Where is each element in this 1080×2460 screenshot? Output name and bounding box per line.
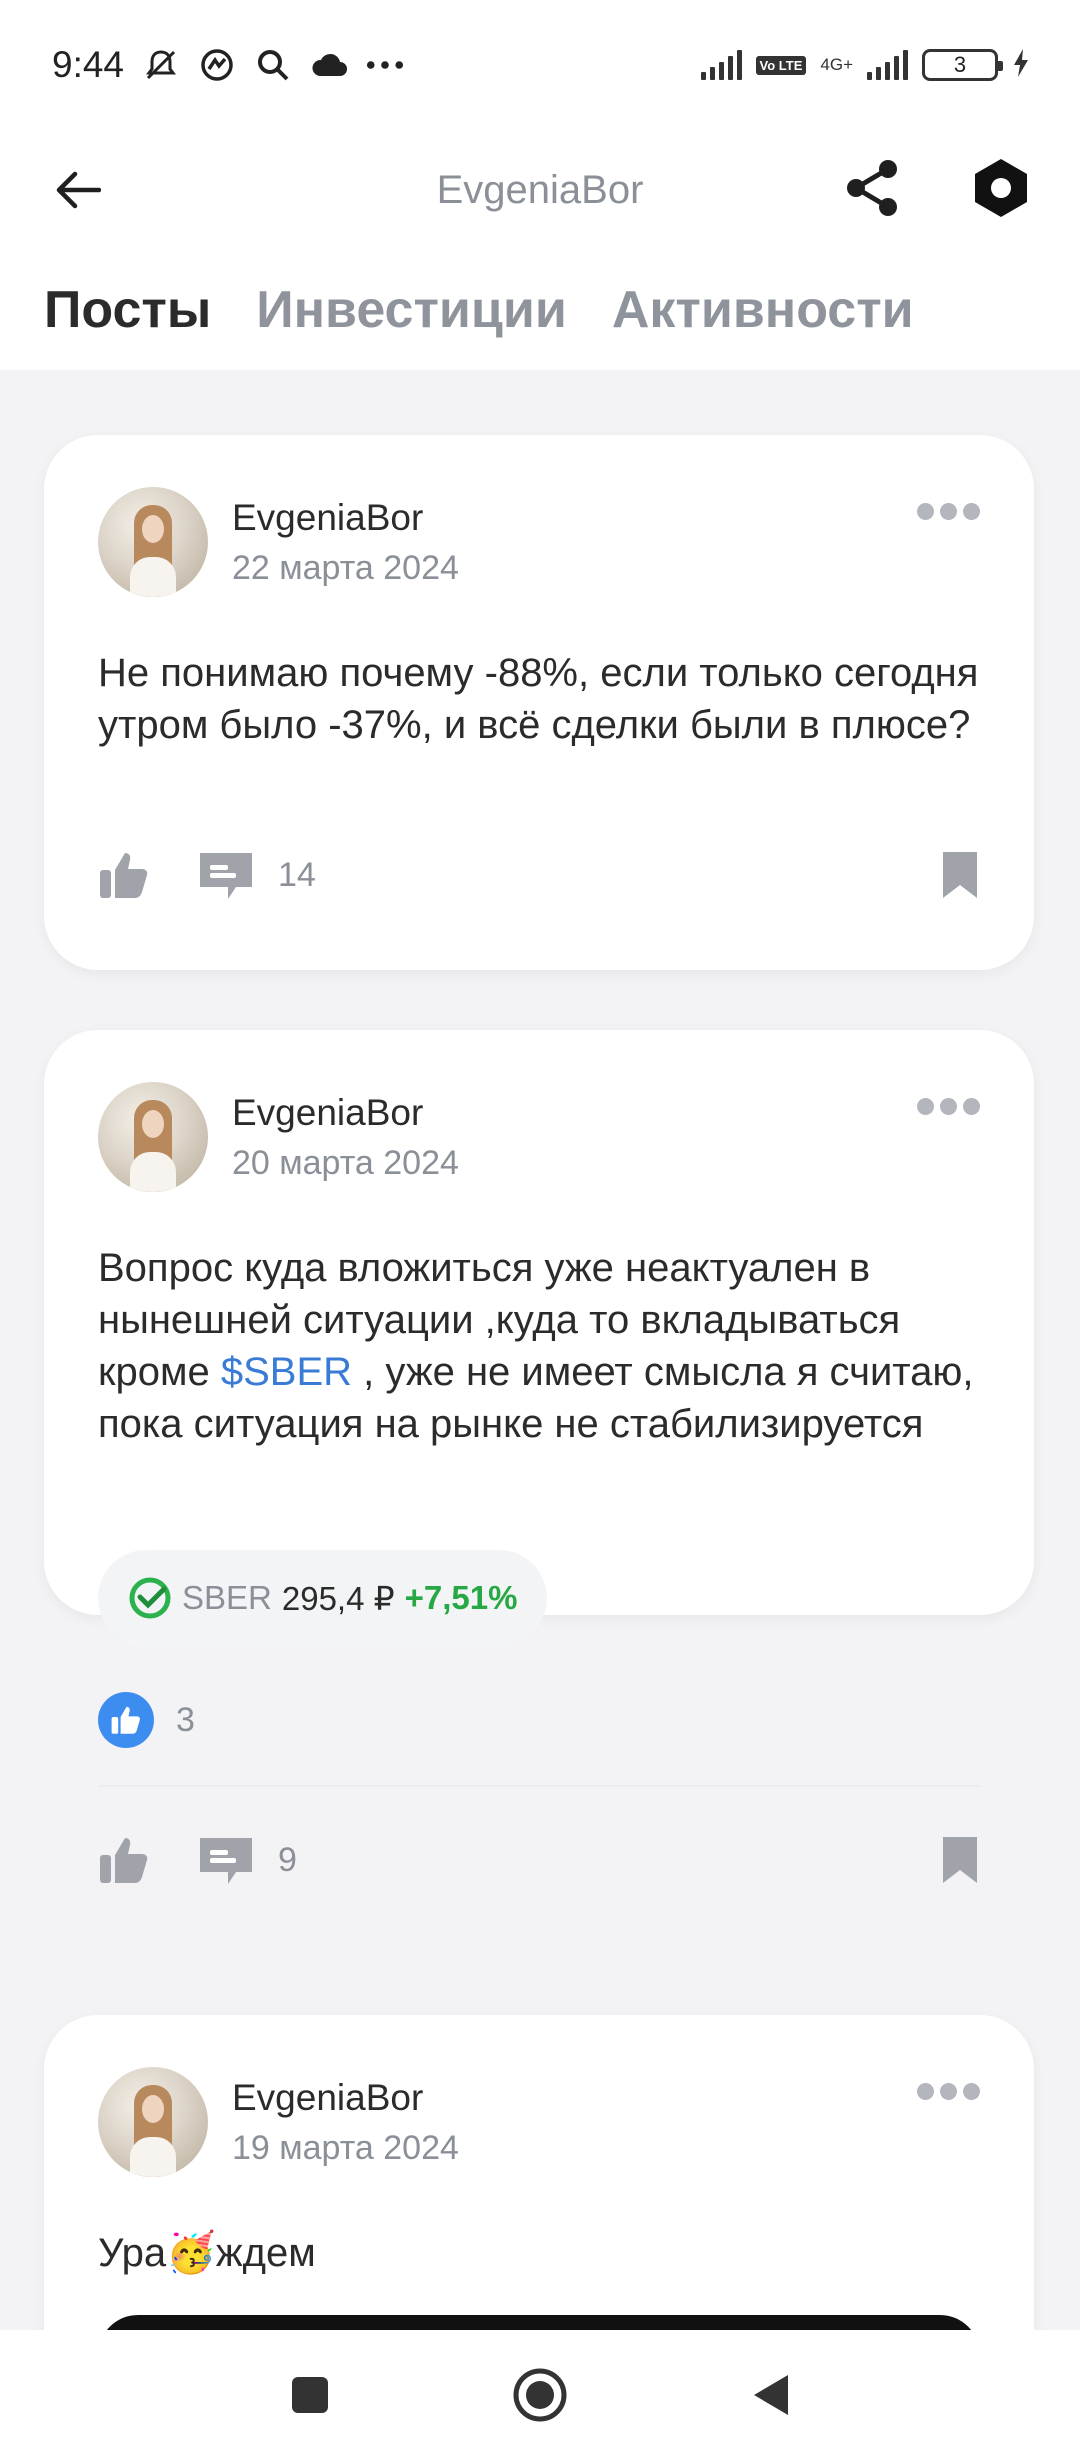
tab-posts[interactable]: Посты: [44, 280, 211, 340]
profile-header: EvgeniaBor Посты Инвестиции Активности: [0, 130, 1080, 370]
sber-logo-icon: [129, 1577, 171, 1619]
system-nav-bar: [0, 2330, 1080, 2460]
bookmark-button[interactable]: [940, 1834, 980, 1886]
comments-button[interactable]: 14: [196, 849, 316, 901]
cloud-icon: [310, 46, 348, 84]
settings-hexagon-icon: [975, 158, 1027, 217]
ticker-link[interactable]: $SBER: [221, 1350, 352, 1394]
comments-button[interactable]: 9: [196, 1834, 297, 1886]
home-button[interactable]: [510, 2365, 570, 2425]
network-type: 4G+: [820, 55, 853, 74]
more-options-button[interactable]: [917, 503, 980, 520]
post-text: Ура🥳ждем: [98, 2227, 980, 2279]
quote-change: +7,51%: [404, 1579, 518, 1616]
bookmark-button[interactable]: [940, 849, 980, 901]
arrow-left-icon: [56, 171, 101, 209]
back-nav-button[interactable]: [740, 2365, 800, 2425]
comments-count: 9: [278, 1840, 297, 1879]
battery-indicator: 3: [922, 49, 1003, 81]
share-button[interactable]: [844, 159, 900, 222]
comments-count: 14: [278, 855, 316, 894]
quote-price: 295,4 ₽: [281, 1579, 395, 1617]
post-card: EvgeniaBor 20 марта 2024 Вопрос куда вло…: [44, 1030, 1034, 1884]
author-name[interactable]: EvgeniaBor: [232, 2077, 459, 2119]
avatar[interactable]: [98, 2067, 208, 2177]
post-date: 22 марта 2024: [232, 548, 459, 587]
back-button[interactable]: [50, 162, 106, 218]
signal-icon: [700, 50, 742, 80]
like-reaction-icon: [98, 1692, 154, 1748]
post-card: EvgeniaBor 22 марта 2024 Не понимаю поче…: [44, 435, 1034, 970]
post-text-part: ждем: [215, 2231, 316, 2275]
settings-button[interactable]: [972, 157, 1030, 224]
more-options-button[interactable]: [917, 1098, 980, 1115]
notifications-muted-icon: [142, 46, 180, 84]
divider: [98, 1785, 980, 1787]
thumbs-up-icon: [100, 1838, 148, 1883]
status-bar: 9:44 Vo LTE 4G+ 3: [0, 0, 1080, 130]
like-button[interactable]: [98, 850, 150, 900]
tab-activities[interactable]: Активности: [612, 280, 914, 340]
sync-icon: [198, 46, 236, 84]
tab-investments[interactable]: Инвестиции: [256, 280, 567, 340]
bookmark-icon: [943, 1837, 977, 1883]
share-icon: [847, 159, 897, 216]
status-time: 9:44: [52, 44, 125, 85]
post-text: Не понимаю почему -88%, если только сего…: [98, 651, 979, 747]
thumbs-up-icon: [100, 853, 148, 898]
likes-count: 3: [176, 1700, 195, 1739]
avatar[interactable]: [98, 487, 208, 597]
search-icon: [254, 46, 292, 84]
volte-badge: Vo LTE: [755, 55, 807, 75]
comment-icon: [200, 853, 252, 899]
quote-chip[interactable]: SBER 295,4 ₽ +7,51%: [98, 1550, 548, 1646]
post-text: Вопрос куда вложиться уже неактуален в н…: [98, 1242, 980, 1450]
charging-icon: [1012, 48, 1030, 83]
reactions-summary[interactable]: 3: [98, 1692, 195, 1748]
more-options-button[interactable]: [917, 2083, 980, 2100]
home-circle-icon: [513, 2368, 567, 2422]
post-text-part: Ура: [98, 2231, 167, 2275]
comment-icon: [200, 1838, 252, 1884]
signal-icon-secondary: [867, 50, 908, 80]
recents-button[interactable]: [280, 2365, 340, 2425]
quote-ticker: SBER: [182, 1579, 272, 1616]
author-name[interactable]: EvgeniaBor: [232, 497, 459, 539]
post-date: 19 марта 2024: [232, 2128, 459, 2167]
bookmark-icon: [943, 852, 977, 898]
triangle-back-icon: [754, 2375, 788, 2415]
post-date: 20 марта 2024: [232, 1143, 459, 1182]
like-button[interactable]: [98, 1835, 150, 1885]
party-emoji: 🥳: [166, 2231, 216, 2275]
avatar[interactable]: [98, 1082, 208, 1192]
author-name[interactable]: EvgeniaBor: [232, 1092, 459, 1134]
more-dots-icon: [366, 46, 404, 84]
square-icon: [292, 2377, 328, 2413]
